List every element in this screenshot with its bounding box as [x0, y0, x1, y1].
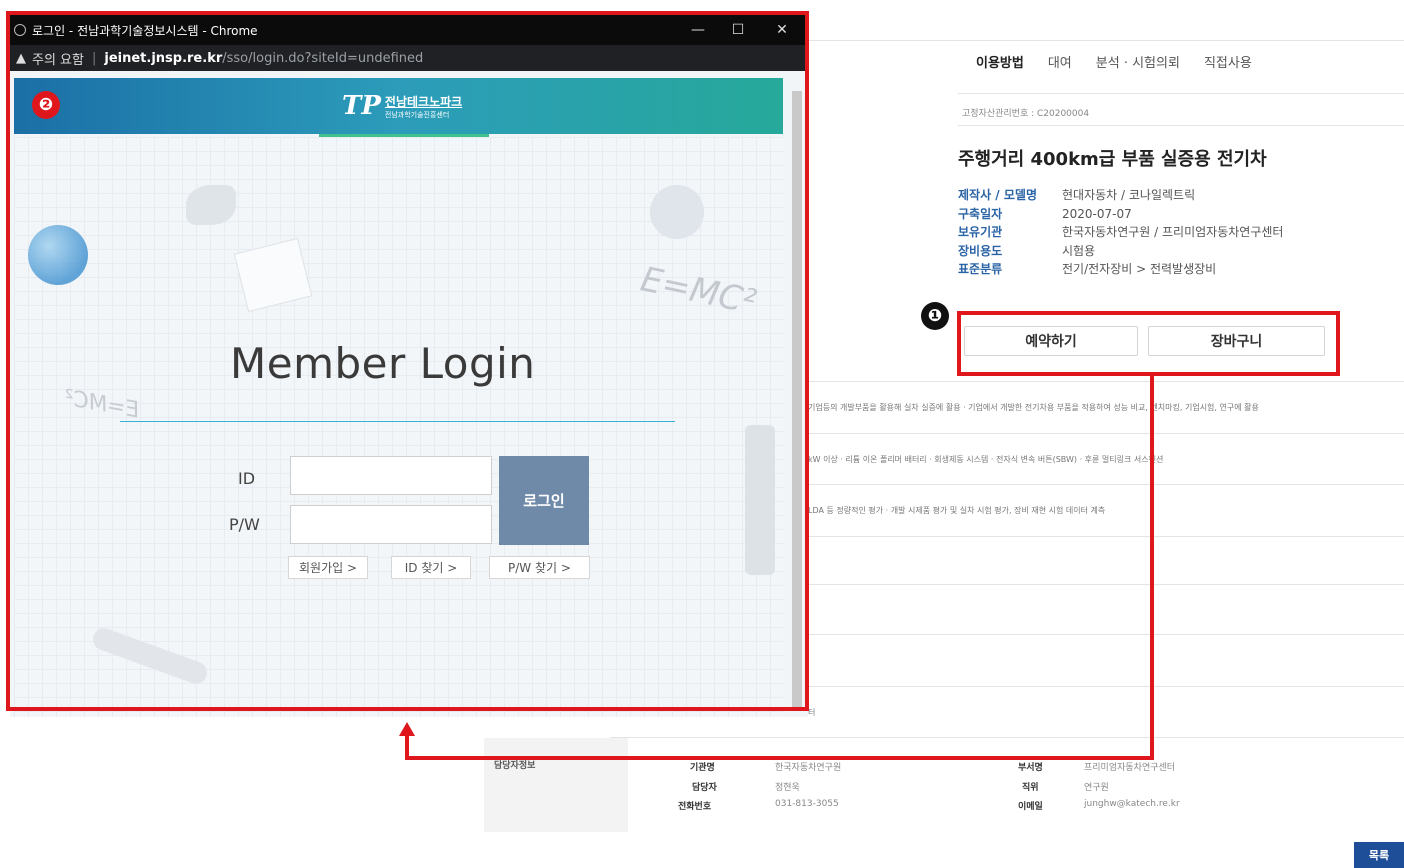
contact-org-value: 한국자동차연구원 — [775, 763, 842, 773]
spec-key: 장비용도 — [958, 243, 1003, 258]
description-line: 터 — [808, 708, 816, 717]
divider — [808, 40, 1404, 41]
tab-usage[interactable]: 이용방법 — [976, 52, 1024, 71]
connector-line — [405, 734, 409, 760]
divider — [808, 634, 1404, 635]
spec-row: 보유기관 한국자동차연구원 / 프리미엄자동차연구센터 — [958, 223, 1283, 242]
connector-line — [1150, 376, 1154, 760]
step-marker-1: ❶ — [921, 302, 949, 330]
spec-row: 표준분류 전기/전자장비 > 전력발생장비 — [958, 260, 1283, 279]
spec-row: 구축일자 2020-07-07 — [958, 205, 1283, 224]
contact-manager-value: 정현욱 — [775, 783, 800, 793]
spec-list: 제작사 / 모델명 현대자동차 / 코나일렉트릭 구축일자 2020-07-07 보… — [958, 186, 1283, 279]
spec-value: 시험용 — [1062, 243, 1096, 258]
description-line: kW 이상 · 리튬 이온 폴리머 배터리 · 회생제동 시스템 · 전자식 변… — [808, 455, 1164, 464]
highlight-box-buttons — [957, 311, 1340, 376]
step-marker-2: ❷ — [32, 91, 60, 119]
spec-value: 전기/전자장비 > 전력발생장비 — [1062, 262, 1217, 276]
contact-manager-label: 담당자 — [692, 783, 717, 793]
divider — [808, 686, 1404, 687]
highlight-box-login-popup — [6, 11, 809, 711]
divider — [808, 484, 1404, 485]
contact-email-label: 이메일 — [1018, 802, 1043, 812]
contact-dept-value: 프리미엄자동차연구센터 — [1084, 763, 1176, 773]
spec-key: 제작사 / 모델명 — [958, 188, 1037, 202]
contact-phone-value: 031-813-3055 — [775, 799, 839, 809]
contact-position-label: 직위 — [1022, 783, 1039, 793]
spec-row: 장비용도 시험용 — [958, 242, 1283, 261]
divider — [958, 125, 1404, 126]
connector-line — [405, 756, 1154, 760]
divider — [808, 433, 1404, 434]
spec-key: 보유기관 — [958, 225, 1003, 239]
description-line: LDA 등 정량적인 평가 · 개발 시제품 평가 및 실차 시험 평가, 장비… — [808, 506, 1106, 515]
divider — [808, 536, 1404, 537]
equipment-title: 주행거리 400km급 부품 실증용 전기차 — [958, 149, 1267, 170]
contact-org-label: 기관명 — [690, 763, 715, 773]
arrow-up-icon — [399, 722, 415, 736]
description-line: 기업등의 개발부품을 활용해 실차 실증에 활용 · 기업에서 개발한 전기차용… — [808, 403, 1259, 412]
list-button[interactable]: 목록 — [1354, 842, 1404, 868]
contact-section — [484, 738, 628, 832]
spec-key: 표준분류 — [958, 262, 1003, 276]
divider — [808, 584, 1404, 585]
contact-dept-label: 부서명 — [1018, 763, 1043, 773]
asset-number: 고정자산관리번호 : C20200004 — [962, 109, 1090, 119]
spec-value: 한국자동차연구원 / 프리미엄자동차연구센터 — [1062, 225, 1284, 239]
spec-key: 구축일자 — [958, 206, 1003, 221]
contact-position-value: 연구원 — [1084, 783, 1109, 793]
divider — [610, 737, 1404, 738]
spec-value: 현대자동차 / 코나일렉트릭 — [1062, 188, 1196, 202]
spec-value: 2020-07-07 — [1062, 206, 1132, 221]
detail-tabs: 이용방법 대여 분석 · 시험의뢰 직접사용 — [976, 52, 1252, 71]
contact-phone-label: 전화번호 — [678, 802, 712, 812]
divider — [958, 93, 1404, 94]
screen: 이용방법 대여 분석 · 시험의뢰 직접사용 고정자산관리번호 : C20200… — [0, 0, 1404, 868]
tab-analysis[interactable]: 분석 · 시험의뢰 — [1096, 52, 1180, 71]
contact-email-value: junghw@katech.re.kr — [1084, 799, 1180, 809]
divider — [808, 381, 1404, 382]
tab-rental[interactable]: 대여 — [1048, 52, 1072, 71]
tab-direct-use[interactable]: 직접사용 — [1204, 52, 1252, 71]
spec-row: 제작사 / 모델명 현대자동차 / 코나일렉트릭 — [958, 186, 1283, 205]
